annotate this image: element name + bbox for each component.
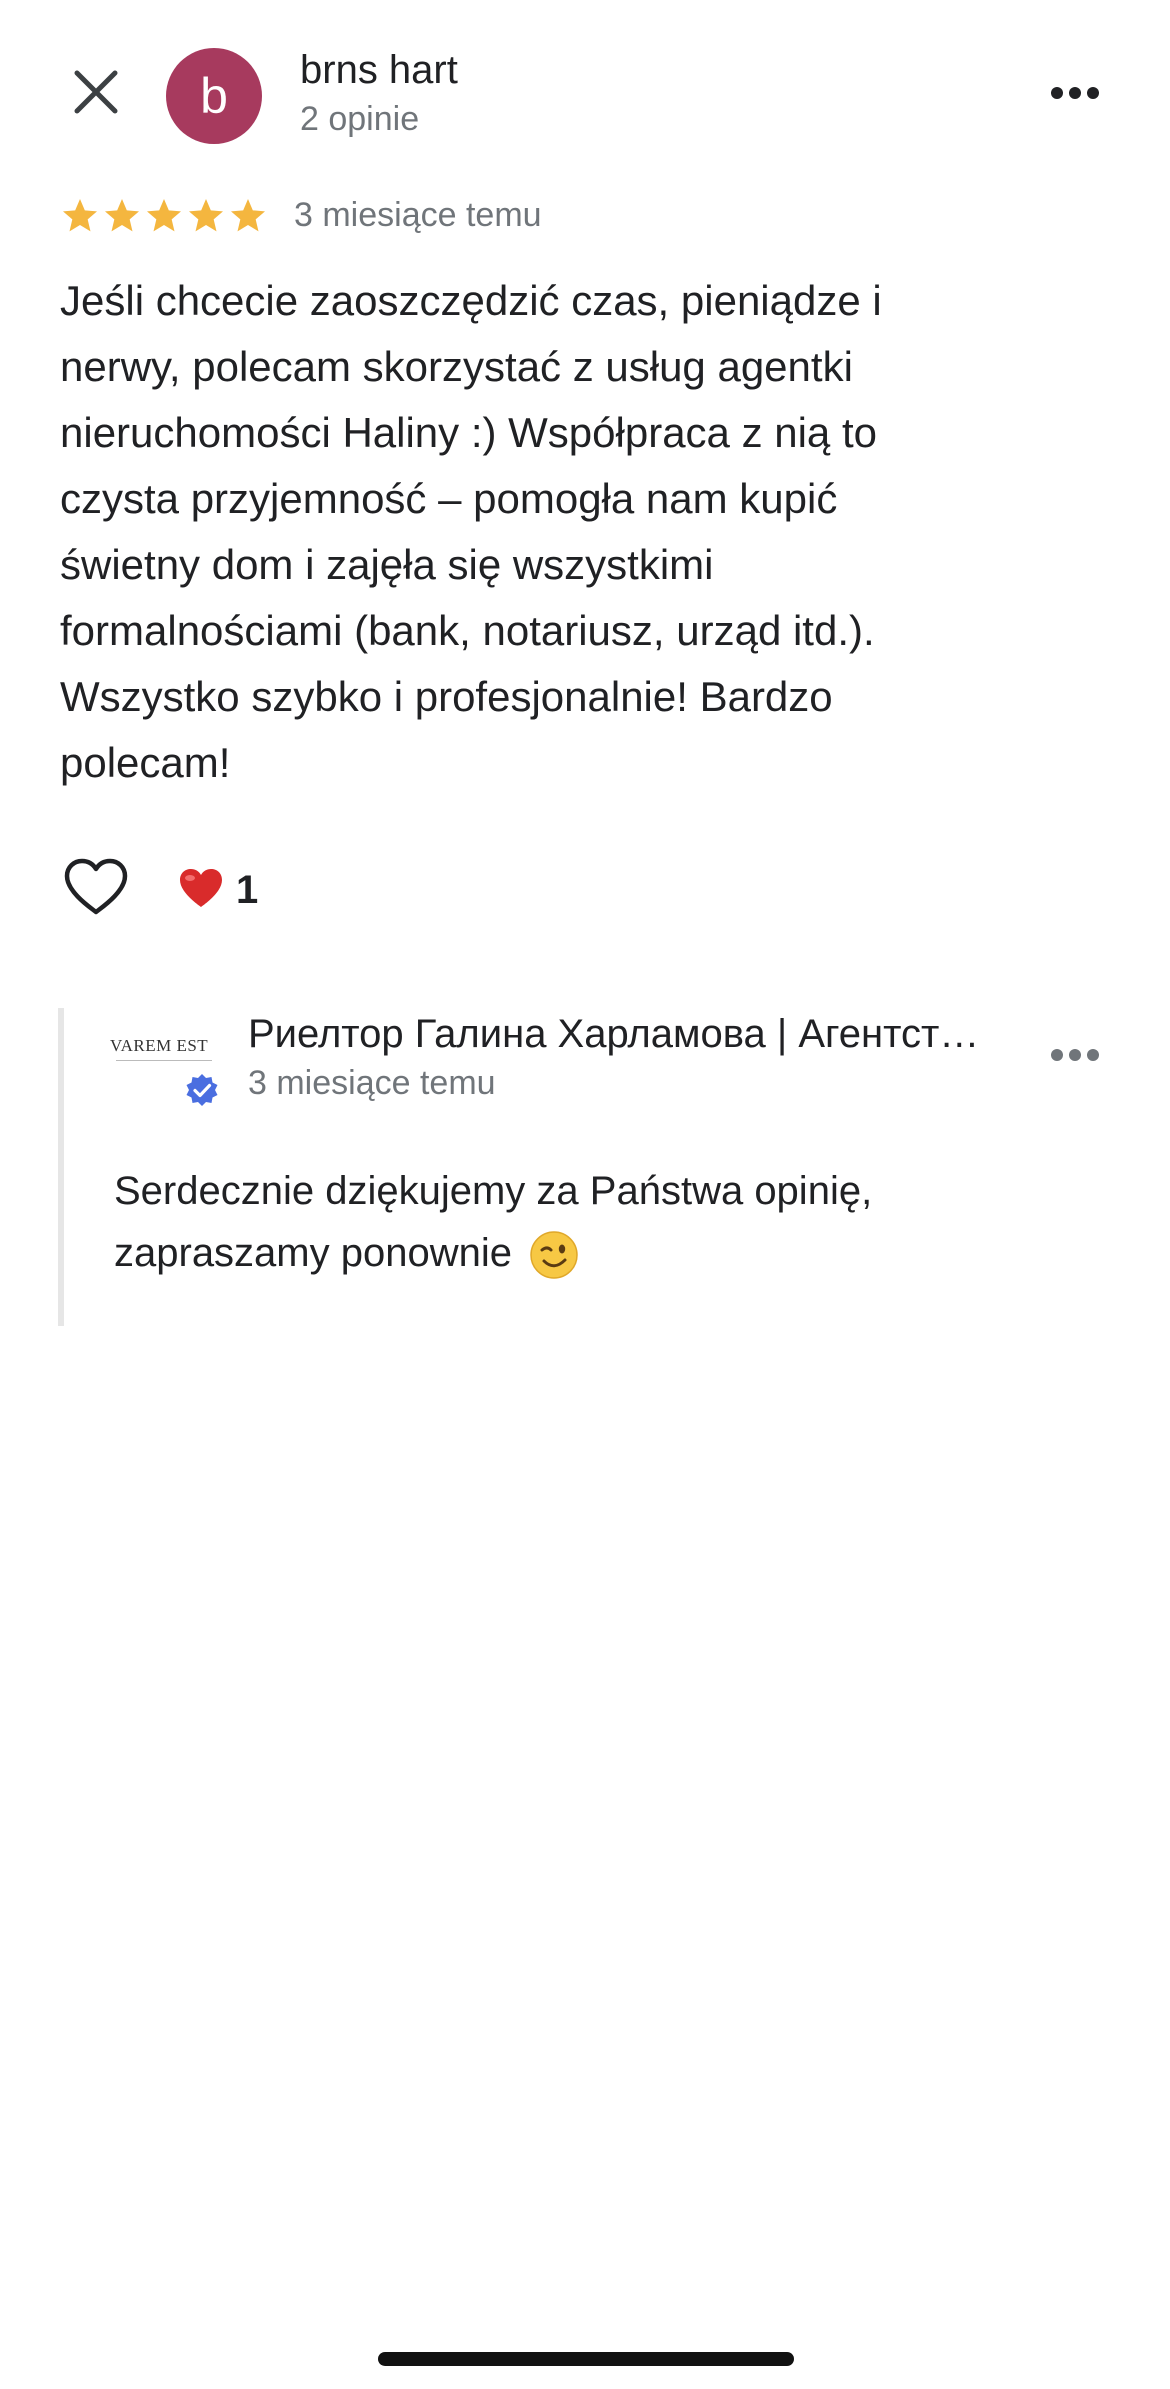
more-horizontal-icon [1050,86,1100,105]
owner-response-line-with-emoji: zapraszamy ponownie [114,1222,1114,1284]
review-date: 3 miesiące temu [294,196,542,234]
owner-response-line: Serdecznie dziękujemy za Państwa opinię, [114,1169,873,1213]
owner-response-text: Serdecznie dziękujemy za Państwa opinię,… [114,1160,1114,1284]
home-indicator[interactable] [378,2352,794,2366]
more-options-button[interactable] [1040,70,1110,120]
star-rating [60,196,268,240]
review-text-line: Wszystko szybko i profesjonalnie! Bardzo [60,673,833,720]
owner-more-options-button[interactable] [1040,1032,1110,1082]
star-icon [144,196,184,240]
author-name[interactable]: brns hart [300,48,458,93]
like-button[interactable] [58,854,134,924]
star-icon [60,196,100,240]
close-button[interactable] [60,58,132,130]
owner-logo-line [116,1060,212,1061]
close-icon [73,69,119,120]
red-heart-icon [178,867,224,914]
owner-response-line: zapraszamy ponownie [114,1231,512,1275]
review-text-line: Jeśli chcecie zaoszczędzić czas, pieniąd… [60,277,882,324]
response-divider [58,1008,64,1326]
reaction-summary[interactable]: 1 [178,862,258,918]
star-icon [186,196,226,240]
author-review-count: 2 opinie [300,100,420,138]
more-horizontal-icon [1050,1048,1100,1067]
review-text-line: czysta przyjemność – pomogła nam kupić [60,475,838,522]
review-text-line: formalnościami (bank, notariusz, urząd i… [60,607,875,654]
reaction-count: 1 [236,867,259,912]
owner-response-date: 3 miesiące temu [248,1064,496,1102]
avatar-letter: b [200,68,228,124]
star-icon [102,196,142,240]
review-text-line: świetny dom i zajęła się wszystkimi [60,541,714,588]
review-text-line: nieruchomości Haliny :) Współpraca z nią… [60,409,877,456]
owner-logo-text: VAREM EST [110,1036,209,1055]
review-text-line: polecam! [60,739,231,786]
heart-outline-icon [63,858,129,921]
review-text: Jeśli chcecie zaoszczędzić czas, pieniąd… [60,268,1120,796]
verified-badge-icon [184,1072,220,1108]
winking-face-icon [529,1230,579,1280]
author-avatar[interactable]: b [166,48,262,144]
owner-avatar[interactable]: VAREM EST [110,1020,218,1106]
review-text-line: nerwy, polecam skorzystać z usług agentk… [60,343,853,390]
star-icon [228,196,268,240]
owner-name[interactable]: Риелтор Галина Харламова | Агентство нед… [248,1012,988,1057]
